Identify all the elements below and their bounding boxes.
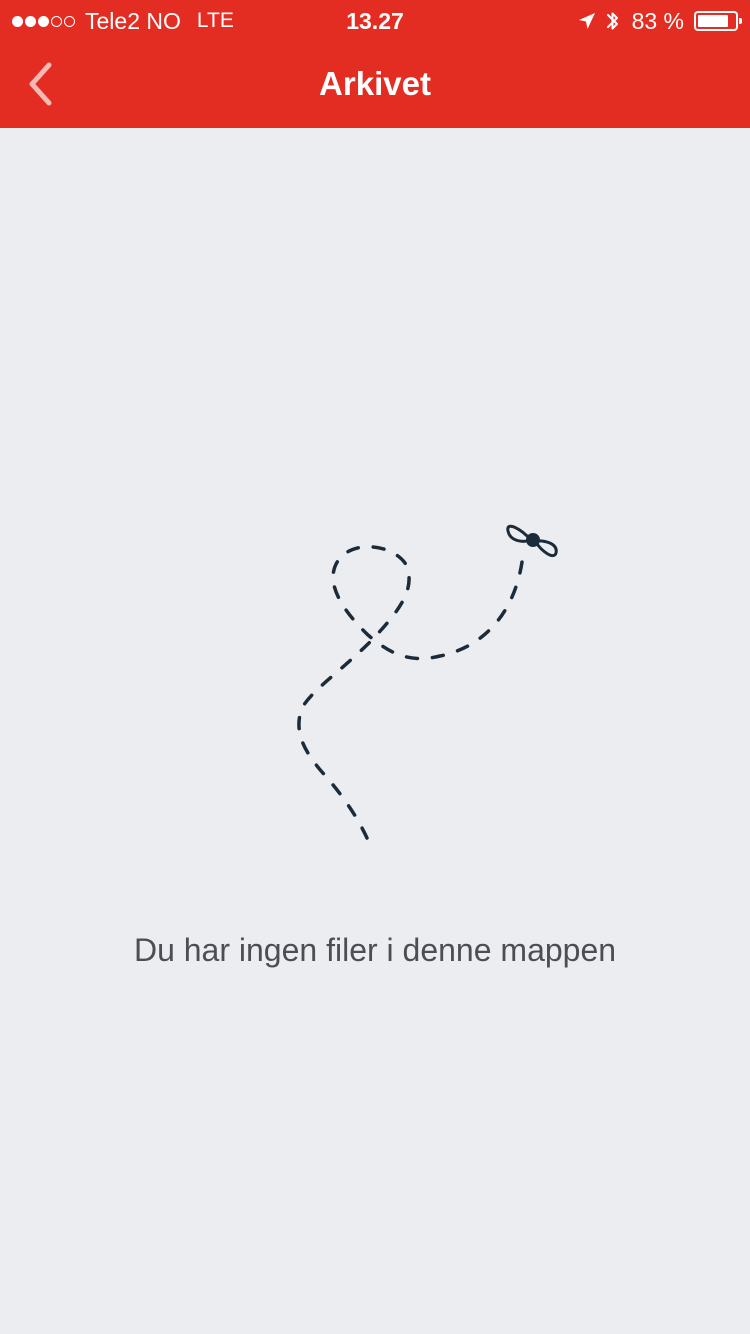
- chevron-left-icon: [29, 62, 52, 106]
- battery-percentage: 83 %: [631, 7, 684, 34]
- battery-level: [698, 15, 728, 27]
- empty-folder-message: Du har ingen filer i denne mappen: [133, 932, 617, 968]
- bluetooth-icon: [606, 9, 620, 33]
- dashed-flight-path-bow-icon: [297, 524, 558, 840]
- location-arrow-icon: [578, 12, 596, 30]
- navigation-bar: Arkivet: [0, 40, 750, 128]
- header: Tele2 NO LTE 13.27 83 % Arkivet: [0, 0, 750, 128]
- battery-icon: [694, 11, 742, 31]
- page-title: Arkivet: [319, 65, 431, 102]
- status-bar: Tele2 NO LTE 13.27 83 %: [0, 0, 750, 40]
- back-button[interactable]: [0, 40, 80, 128]
- battery-cap: [739, 18, 742, 24]
- empty-state-illustration: [280, 510, 580, 850]
- status-right: 83 %: [578, 7, 742, 35]
